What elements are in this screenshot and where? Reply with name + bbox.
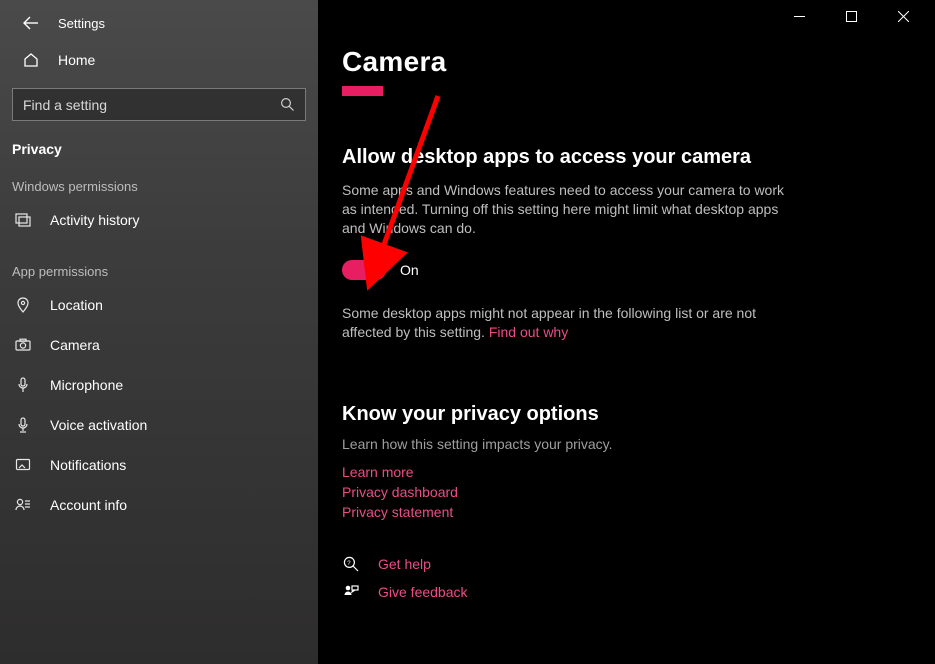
give-feedback-label: Give feedback xyxy=(378,584,468,600)
desktop-apps-camera-toggle[interactable] xyxy=(342,260,386,280)
privacy-dashboard-link[interactable]: Privacy dashboard xyxy=(342,484,911,500)
notifications-icon xyxy=(14,457,32,473)
camera-icon xyxy=(14,337,32,353)
toggle-state-label: On xyxy=(400,262,419,278)
search-input[interactable]: Find a setting xyxy=(12,88,306,121)
page-title: Camera xyxy=(342,46,911,78)
find-out-why-link[interactable]: Find out why xyxy=(489,324,568,340)
sidebar-item-label: Activity history xyxy=(50,212,139,228)
search-placeholder: Find a setting xyxy=(23,97,107,113)
window-maximize-button[interactable] xyxy=(837,0,865,32)
search-icon xyxy=(280,97,295,112)
desktop-apps-note: Some desktop apps might not appear in th… xyxy=(342,304,802,342)
learn-more-link[interactable]: Learn more xyxy=(342,464,911,480)
privacy-options-heading: Know your privacy options xyxy=(342,403,911,426)
get-help-label: Get help xyxy=(378,556,431,572)
sidebar-item-label: Notifications xyxy=(50,457,126,473)
feedback-icon xyxy=(342,584,360,600)
sidebar-item-label: Microphone xyxy=(50,377,123,393)
sidebar-group-windows-permissions: Windows permissions xyxy=(0,179,318,200)
get-help-row[interactable]: ? Get help xyxy=(342,556,911,572)
give-feedback-row[interactable]: Give feedback xyxy=(342,584,911,600)
back-button[interactable] xyxy=(22,14,40,32)
sidebar-item-notifications[interactable]: Notifications xyxy=(0,445,318,485)
sidebar-item-activity-history[interactable]: Activity history xyxy=(0,200,318,240)
section-description: Some apps and Windows features need to a… xyxy=(342,181,802,238)
window-close-button[interactable] xyxy=(889,0,917,32)
app-title: Settings xyxy=(58,16,105,31)
microphone-icon xyxy=(14,377,32,393)
sidebar-item-voice-activation[interactable]: Voice activation xyxy=(0,405,318,445)
privacy-options-sub: Learn how this setting impacts your priv… xyxy=(342,436,911,452)
sidebar-item-label: Voice activation xyxy=(50,417,147,433)
sidebar-item-account-info[interactable]: Account info xyxy=(0,485,318,525)
section-heading-desktop-apps: Allow desktop apps to access your camera xyxy=(342,146,911,169)
account-info-icon xyxy=(14,497,32,513)
sidebar-current-category: Privacy xyxy=(0,137,318,179)
sidebar-item-location[interactable]: Location xyxy=(0,285,318,325)
sidebar: Settings Home Find a setting Privacy Win… xyxy=(0,0,318,664)
activity-history-icon xyxy=(14,212,32,228)
home-icon xyxy=(22,52,40,68)
sidebar-item-label: Camera xyxy=(50,337,100,353)
sidebar-home[interactable]: Home xyxy=(0,42,318,78)
toggle-knob xyxy=(370,264,382,276)
sidebar-item-label: Account info xyxy=(50,497,127,513)
sidebar-group-app-permissions: App permissions xyxy=(0,264,318,285)
voice-activation-icon xyxy=(14,417,32,433)
sidebar-item-label: Location xyxy=(50,297,103,313)
get-help-icon: ? xyxy=(342,556,360,572)
window-minimize-button[interactable] xyxy=(785,0,813,32)
sidebar-item-camera[interactable]: Camera xyxy=(0,325,318,365)
sidebar-item-microphone[interactable]: Microphone xyxy=(0,365,318,405)
sidebar-home-label: Home xyxy=(58,52,95,68)
location-icon xyxy=(14,297,32,313)
svg-text:?: ? xyxy=(347,561,351,567)
main-content: Camera Allow desktop apps to access your… xyxy=(318,0,935,664)
privacy-statement-link[interactable]: Privacy statement xyxy=(342,504,911,520)
app-icon-remnant xyxy=(342,86,383,96)
